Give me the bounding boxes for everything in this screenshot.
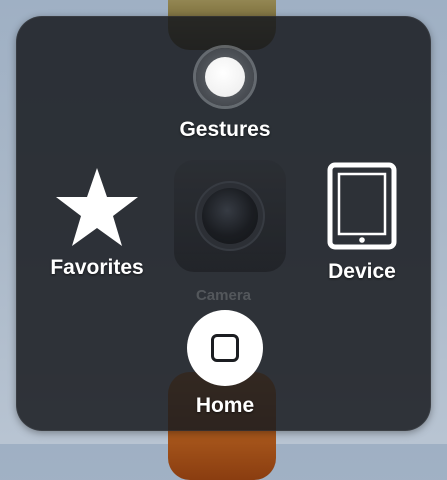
favorites-label: Favorites	[50, 256, 144, 279]
camera-app-icon	[174, 160, 286, 272]
gestures-icon	[196, 48, 254, 106]
home-button[interactable]: Home	[170, 310, 280, 418]
device-label: Device	[328, 260, 396, 283]
favorites-button[interactable]: Favorites	[37, 166, 157, 280]
home-label: Home	[195, 394, 255, 417]
gestures-label: Gestures	[179, 118, 271, 141]
home-button-icon	[187, 310, 263, 386]
star-icon	[56, 168, 138, 246]
camera-lens	[202, 188, 258, 244]
camera-app-label: Camera	[195, 287, 252, 304]
device-button[interactable]: Device	[302, 162, 422, 284]
gestures-button[interactable]: Gestures	[150, 48, 300, 142]
ipad-icon	[327, 162, 397, 250]
